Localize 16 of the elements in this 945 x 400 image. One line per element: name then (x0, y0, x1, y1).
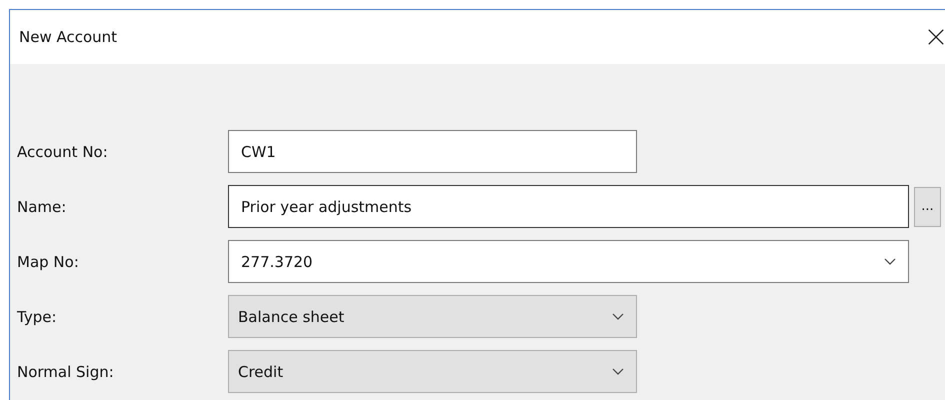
chevron-icon (884, 258, 896, 266)
field-label: Normal Sign: (17, 362, 115, 380)
field-label: Map No: (17, 252, 80, 270)
dropdown[interactable]: Balance sheet (228, 295, 637, 338)
field-label: Account No: (17, 142, 109, 160)
field-label: Name: (17, 198, 68, 216)
field-label: Type: (17, 308, 58, 326)
close-icon[interactable] (927, 28, 945, 46)
text-field[interactable]: Prior year adjustments (228, 185, 909, 228)
window-title: New Account (19, 28, 118, 46)
chevron-icon (612, 312, 624, 320)
combo-box[interactable]: 277.3720 (228, 240, 909, 283)
dropdown[interactable]: Credit (228, 350, 637, 393)
chevron-icon (612, 368, 624, 376)
text-field[interactable]: CW1 (228, 130, 637, 173)
browse-button[interactable]: ... (914, 186, 941, 226)
